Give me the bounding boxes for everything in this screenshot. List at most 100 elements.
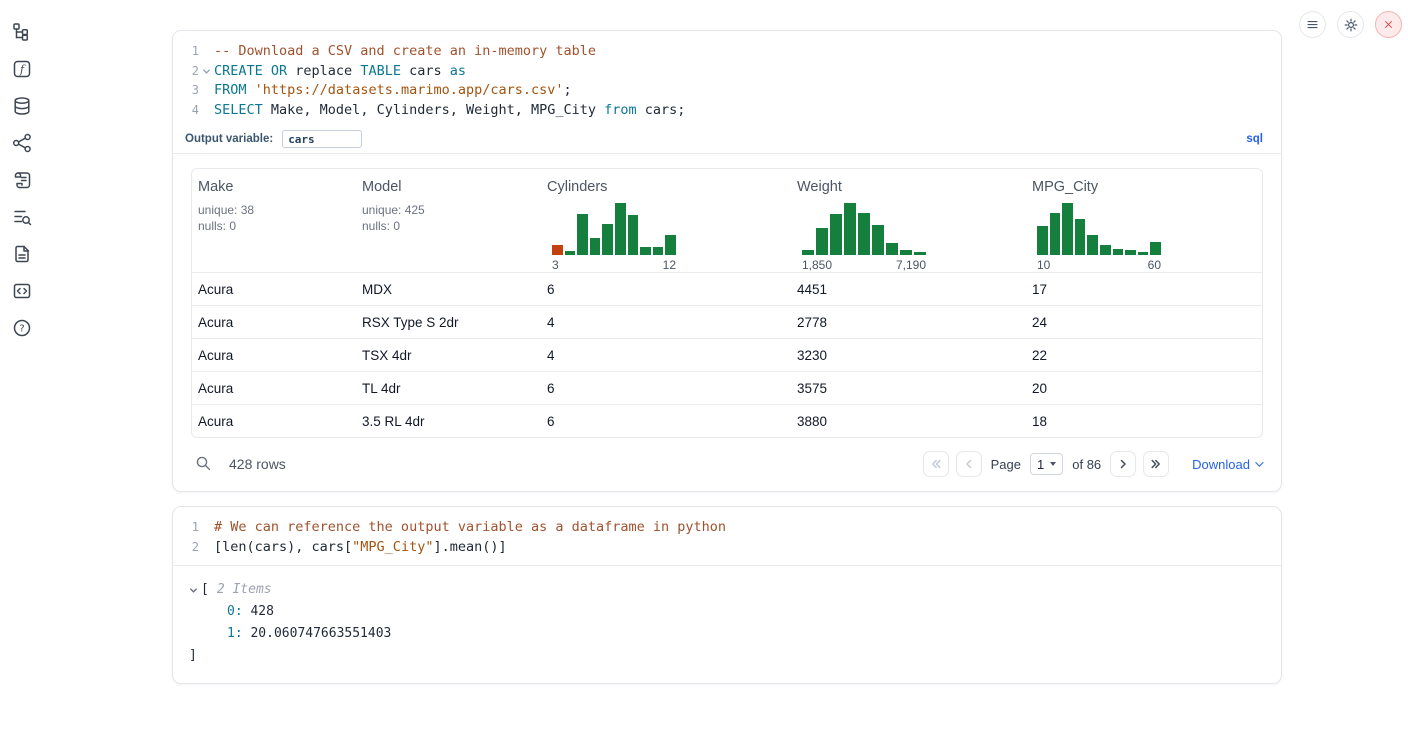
code-token: Make, Model, Cylinders, Weight, MPG_City: [263, 102, 604, 118]
file-explorer-icon[interactable]: [12, 22, 32, 42]
tree-entries: 0: 4281: 20.060747663551403: [189, 601, 1263, 645]
histogram-bar[interactable]: [615, 203, 626, 255]
table-row[interactable]: AcuraMDX6445117: [192, 272, 1262, 305]
output-variable-input[interactable]: [282, 130, 362, 148]
scratchpad-icon[interactable]: [12, 170, 32, 190]
last-page-button[interactable]: [1143, 451, 1169, 477]
histogram-axis-labels: 1,8507,190: [802, 258, 926, 272]
histogram-bar[interactable]: [1150, 242, 1161, 255]
download-button[interactable]: Download: [1192, 457, 1261, 472]
table-cell: 3880: [791, 414, 1026, 429]
histogram-bar[interactable]: [872, 225, 884, 255]
page-select[interactable]: 1: [1030, 453, 1063, 475]
histogram-bar[interactable]: [565, 251, 576, 255]
column-label[interactable]: Weight: [797, 179, 1020, 195]
histogram-bar[interactable]: [1138, 252, 1149, 255]
histogram-bar[interactable]: [900, 250, 912, 255]
page-label: Page: [991, 457, 1021, 472]
column-label[interactable]: Cylinders: [547, 179, 785, 195]
histogram-bar[interactable]: [844, 203, 856, 255]
histogram-bar[interactable]: [816, 228, 828, 255]
table-row[interactable]: Acura3.5 RL 4dr6388018: [192, 404, 1262, 437]
first-page-button[interactable]: [923, 451, 949, 477]
row-count: 428 rows: [229, 456, 286, 472]
code-token: as: [450, 63, 466, 79]
histogram: 312: [552, 203, 676, 272]
histogram-bar[interactable]: [1050, 213, 1061, 255]
output-variable-label: Output variable:: [185, 133, 273, 145]
code-token: ].mean()]: [433, 539, 506, 555]
svg-text:?: ?: [19, 324, 24, 335]
histogram-bar[interactable]: [1100, 245, 1111, 255]
table-row[interactable]: AcuraTSX 4dr4323022: [192, 338, 1262, 371]
code-token: SELECT: [214, 102, 263, 118]
fold-caret-icon[interactable]: [199, 62, 214, 82]
logs-icon[interactable]: [12, 207, 32, 227]
histogram-axis-labels: 312: [552, 258, 676, 272]
table-row[interactable]: AcuraTL 4dr6357520: [192, 371, 1262, 404]
histogram-bar[interactable]: [1087, 235, 1098, 255]
histogram-bar[interactable]: [830, 214, 842, 255]
column-header-weight: Weight 1,8507,190: [791, 179, 1026, 272]
items-count-label: 2 Items: [217, 579, 272, 601]
left-sidebar: f ?: [0, 0, 44, 729]
histogram-bar[interactable]: [1062, 203, 1073, 255]
shutdown-button[interactable]: [1375, 11, 1402, 38]
histogram-bars: [802, 203, 926, 255]
table-row[interactable]: AcuraRSX Type S 2dr4277824: [192, 305, 1262, 338]
table-cell: 17: [1026, 282, 1262, 297]
collapse-caret-icon[interactable]: [189, 586, 201, 595]
histogram-bar[interactable]: [590, 238, 601, 255]
variables-icon[interactable]: f: [12, 59, 32, 79]
menu-button[interactable]: [1299, 11, 1326, 38]
fold-spacer: [199, 101, 214, 121]
column-label[interactable]: Model: [362, 179, 535, 195]
close-bracket: ]: [189, 645, 1263, 667]
table-cell: TSX 4dr: [356, 348, 541, 363]
previous-page-button[interactable]: [956, 451, 982, 477]
sql-code-editor[interactable]: 1-- Download a CSV and create an in-memo…: [173, 31, 1281, 120]
histogram-bar[interactable]: [1037, 226, 1048, 255]
search-icon[interactable]: [195, 455, 213, 473]
code-text: SELECT Make, Model, Cylinders, Weight, M…: [214, 101, 685, 121]
line-number: 1: [173, 518, 199, 538]
histogram-bars: [552, 203, 676, 255]
histogram-bar[interactable]: [653, 247, 664, 255]
hist-max-label: 60: [1148, 258, 1161, 272]
table-cell: 4451: [791, 282, 1026, 297]
histogram-bar[interactable]: [1125, 250, 1136, 255]
help-icon[interactable]: ?: [12, 318, 32, 338]
histogram-bar[interactable]: [886, 243, 898, 255]
histogram-bar[interactable]: [802, 250, 814, 255]
histogram-bar[interactable]: [552, 245, 563, 255]
next-page-button[interactable]: [1110, 451, 1136, 477]
python-code-editor[interactable]: 1# We can reference the output variable …: [173, 507, 1281, 565]
histogram-bar[interactable]: [628, 215, 639, 255]
table-cell: Acura: [192, 348, 356, 363]
code-text: CREATE OR replace TABLE cars as: [214, 62, 466, 82]
histogram-bar[interactable]: [1113, 249, 1124, 255]
language-badge: sql: [1246, 133, 1263, 145]
code-token: from: [604, 102, 637, 118]
code-token: CREATE OR: [214, 63, 287, 79]
dependency-graph-icon[interactable]: [12, 133, 32, 153]
histogram-bar[interactable]: [640, 247, 651, 255]
python-cell: 1# We can reference the output variable …: [172, 506, 1282, 684]
snippets-icon[interactable]: [12, 281, 32, 301]
documentation-icon[interactable]: [12, 244, 32, 264]
column-label[interactable]: Make: [198, 179, 350, 195]
fold-spacer: [199, 518, 214, 538]
column-header-make: Makeunique: 38nulls: 0: [192, 179, 356, 272]
histogram-bar[interactable]: [602, 224, 613, 255]
code-text: -- Download a CSV and create an in-memor…: [214, 42, 596, 62]
tree-entry-value: 428: [250, 604, 273, 619]
settings-gear-button[interactable]: [1337, 11, 1364, 38]
column-summary: 312: [547, 202, 785, 272]
histogram-bar[interactable]: [858, 213, 870, 255]
histogram-bar[interactable]: [577, 214, 588, 255]
column-label[interactable]: MPG_City: [1032, 179, 1256, 195]
histogram-bar[interactable]: [1075, 219, 1086, 255]
datasources-icon[interactable]: [12, 96, 32, 116]
histogram-bar[interactable]: [665, 235, 676, 255]
histogram-bar[interactable]: [914, 252, 926, 255]
